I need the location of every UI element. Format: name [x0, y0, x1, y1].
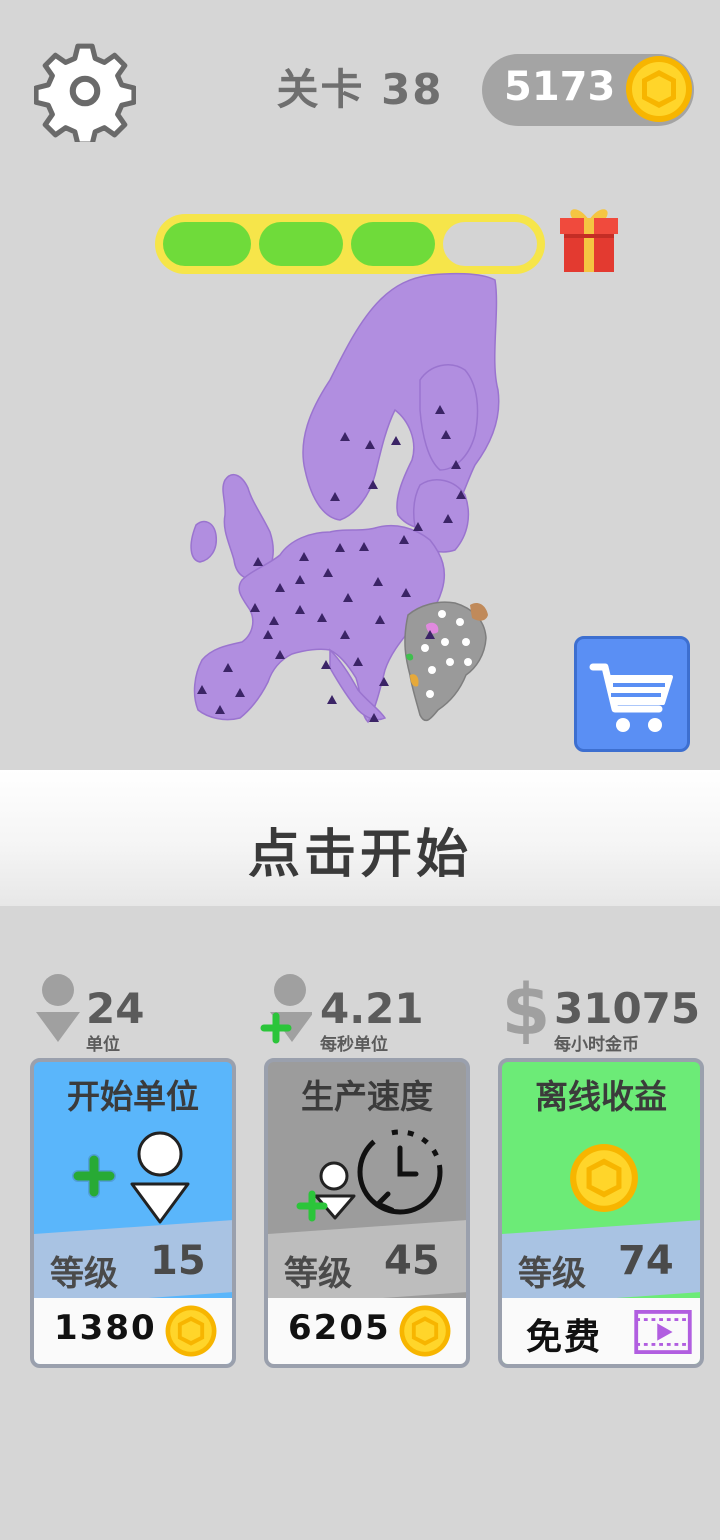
upgrade-card-production-speed[interactable]: 生产速度 等级 45 6205 — [264, 1058, 470, 1368]
upgrade-card-start-units[interactable]: 开始单位 等级 15 1380 — [30, 1058, 236, 1368]
level-label: 等级 — [518, 1254, 586, 1294]
svg-text:$: $ — [502, 972, 551, 1044]
progress-segment — [443, 222, 537, 266]
level-value: 45 — [384, 1238, 440, 1284]
level-value: 74 — [618, 1238, 674, 1284]
start-units-label: 单位 — [86, 1035, 120, 1055]
card-title: 离线收益 — [535, 1077, 667, 1116]
units-per-second-label: 每秒单位 — [320, 1035, 388, 1055]
upgrade-price: 6205 — [288, 1308, 391, 1348]
level-label: 等级 — [284, 1254, 352, 1294]
shopping-cart-icon — [589, 663, 673, 732]
upgrade-card-offline-earnings[interactable]: 离线收益 等级 74 免费 — [498, 1058, 704, 1368]
level-value: 15 — [150, 1238, 206, 1284]
progress-segment — [259, 222, 343, 266]
coins-per-hour-value: 31075 — [554, 984, 701, 1033]
card-title: 生产速度 — [301, 1077, 433, 1116]
level-progress-bar — [155, 214, 545, 274]
upgrade-price: 1380 — [54, 1308, 157, 1348]
coin-icon — [570, 1144, 638, 1212]
unit-icon — [36, 974, 80, 1042]
clock-icon — [296, 1129, 443, 1222]
free-label: 免费 — [526, 1317, 603, 1358]
coin-icon — [626, 56, 692, 122]
coin-balance: 5173 — [504, 64, 616, 110]
coins-per-hour-label: 每小时金币 — [554, 1035, 639, 1055]
progress-segment — [351, 222, 435, 266]
gift-box-icon[interactable] — [556, 200, 622, 274]
add-unit-icon — [72, 1131, 190, 1224]
unit-plus-icon — [260, 974, 312, 1044]
start-units-value: 24 — [86, 984, 145, 1033]
video-ad-icon — [634, 1310, 692, 1354]
europe-map[interactable] — [180, 270, 510, 730]
units-per-second-value: 4.21 — [320, 984, 424, 1033]
tap-to-start-label: 点击开始 — [247, 825, 472, 885]
coin-icon — [399, 1305, 451, 1357]
progress-segment — [163, 222, 251, 266]
shop-cart-button[interactable] — [574, 636, 690, 752]
card-title: 开始单位 — [67, 1077, 199, 1116]
coin-icon — [165, 1305, 217, 1357]
level-label: 等级 — [50, 1254, 118, 1294]
dollar-icon: $ — [502, 972, 551, 1044]
